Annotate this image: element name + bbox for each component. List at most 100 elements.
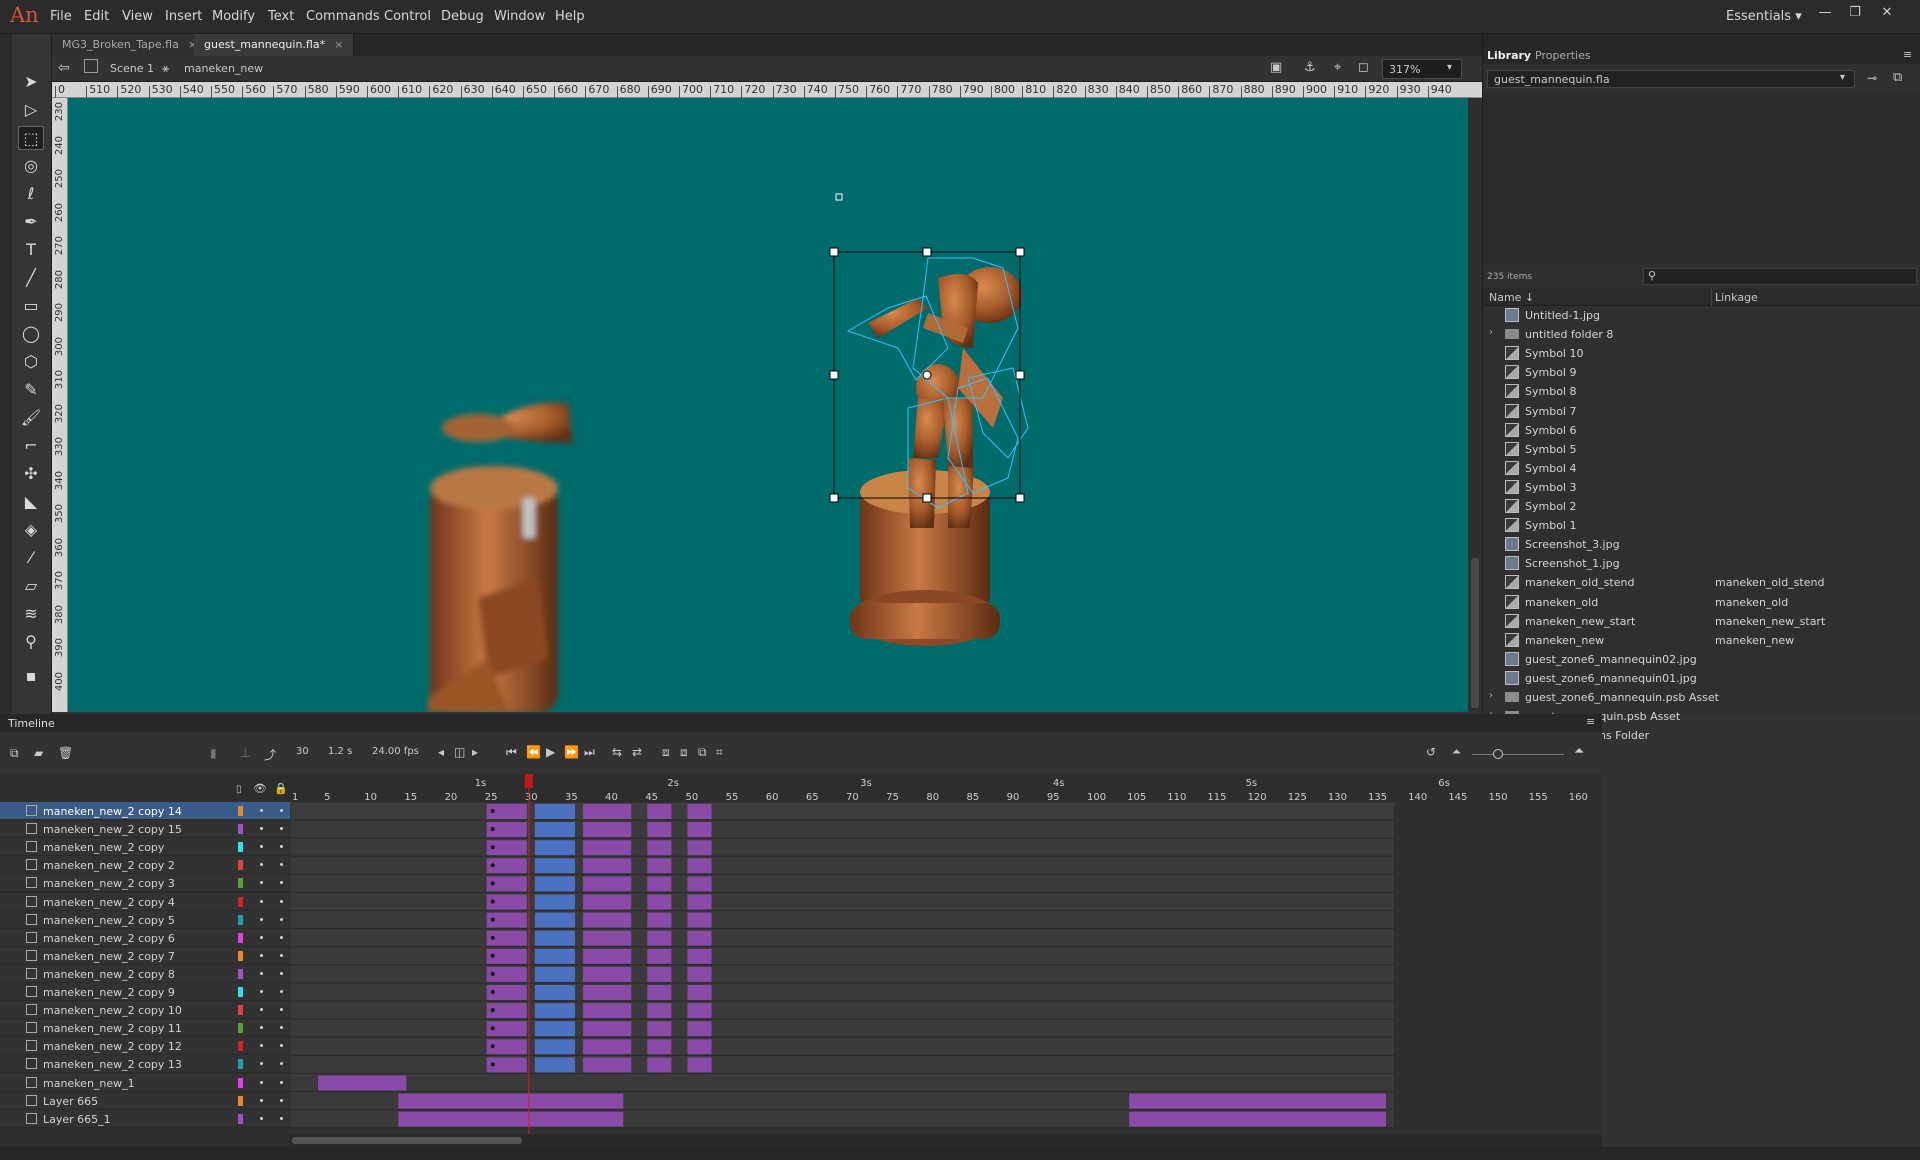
timeline-title[interactable]: Timeline: [8, 717, 55, 730]
timeline-layer[interactable]: maneken_new_2 copy 8: [0, 964, 290, 983]
selection-tool-icon[interactable]: ➤: [18, 70, 44, 94]
minimize-button[interactable]: —: [1814, 5, 1836, 23]
doc-tab-broken-tape[interactable]: MG3_Broken_Tape.fla ×: [52, 34, 209, 56]
layer-toggle-dot[interactable]: [260, 971, 263, 975]
library-item[interactable]: Symbol 9: [1483, 363, 1920, 382]
new-layer-icon[interactable]: ⧉: [10, 746, 19, 761]
panel-collapse-bar[interactable]: [1483, 34, 1920, 46]
layer-toggle-dot[interactable]: [260, 827, 263, 831]
camera-tool-icon[interactable]: ▪: [18, 664, 44, 688]
lasso-tool-icon[interactable]: ℓ: [18, 182, 44, 206]
step-forward-icon[interactable]: ⏩: [564, 745, 579, 759]
scroll-thumb[interactable]: [292, 1137, 522, 1144]
layer-name[interactable]: maneken_new_2 copy 2: [43, 859, 175, 872]
eraser-tool-icon[interactable]: ▱: [18, 574, 44, 598]
timeline-layer[interactable]: maneken_new_2 copy 14: [0, 802, 290, 820]
layer-toggle-dot[interactable]: [260, 899, 263, 903]
timeline-layer[interactable]: maneken_new_1: [0, 1073, 290, 1092]
layer-name[interactable]: maneken_new_2 copy 8: [43, 968, 175, 981]
layer-color-swatch[interactable]: [238, 968, 243, 979]
chevron-right-icon[interactable]: ›: [1489, 327, 1493, 338]
panel-collapse-strip[interactable]: [0, 34, 12, 714]
layer-toggle-dot[interactable]: [280, 1026, 283, 1030]
line-tool-icon[interactable]: ╱: [18, 266, 44, 290]
layer-color-swatch[interactable]: [238, 1113, 243, 1124]
timeline-layer[interactable]: maneken_new_2 copy 15: [0, 820, 290, 839]
menu-window[interactable]: Window: [494, 9, 545, 24]
close-icon[interactable]: ×: [334, 38, 343, 51]
library-search-input[interactable]: ⚲: [1643, 268, 1917, 285]
delete-icon[interactable]: 🗑: [58, 746, 73, 760]
layer-toggle-dot[interactable]: [280, 845, 283, 849]
layer-name[interactable]: maneken_new_2 copy 10: [43, 1004, 182, 1017]
timeline-layer[interactable]: maneken_new_2 copy 9: [0, 983, 290, 1001]
eyedropper-tool-icon[interactable]: ⁄: [18, 546, 44, 570]
brush-tool-icon[interactable]: ⌐: [18, 434, 44, 458]
tab-library[interactable]: Library: [1487, 49, 1531, 62]
library-document-select[interactable]: guest_mannequin.fla ▾: [1487, 70, 1855, 88]
layer-toggle-dot[interactable]: [260, 935, 263, 939]
panel-menu-icon[interactable]: ≡: [1586, 715, 1595, 728]
pin-library-icon[interactable]: ⊸: [1867, 71, 1877, 85]
layer-name[interactable]: maneken_new_2 copy: [43, 841, 164, 854]
library-item[interactable]: guest_zone6_mannequin01.jpg: [1483, 669, 1920, 688]
library-item[interactable]: Symbol 5: [1483, 440, 1920, 459]
ink-bottle-tool-icon[interactable]: ◈: [18, 518, 44, 542]
zoom-in-frames-icon[interactable]: ⏶: [1574, 744, 1584, 759]
graph-icon[interactable]: ⤴: [264, 746, 276, 763]
width-tool-icon[interactable]: ≋: [18, 602, 44, 626]
layer-name[interactable]: maneken_new_2 copy 13: [43, 1058, 182, 1071]
current-frame[interactable]: 30: [296, 746, 309, 757]
layer-toggle-dot[interactable]: [260, 845, 263, 849]
paint-bucket-tool-icon[interactable]: ◣: [18, 490, 44, 514]
timeline-layer[interactable]: maneken_new_2 copy: [0, 838, 290, 857]
layer-color-swatch[interactable]: [238, 1095, 243, 1106]
timeline-layer[interactable]: maneken_new_2 copy 4: [0, 892, 290, 911]
layer-color-swatch[interactable]: [238, 896, 243, 907]
layer-toggle-dot[interactable]: [280, 1062, 283, 1066]
layer-name[interactable]: Layer 665: [43, 1095, 98, 1108]
center-frame-icon[interactable]: ↺: [1426, 745, 1436, 759]
layer-name[interactable]: maneken_new_2 copy 7: [43, 950, 175, 963]
zoom-out-frames-icon[interactable]: ⏶: [1452, 745, 1461, 759]
stage-vertical-scrollbar[interactable]: [1468, 98, 1482, 712]
restore-button[interactable]: ❐: [1844, 5, 1866, 23]
library-item[interactable]: Symbol 1: [1483, 516, 1920, 535]
doc-tab-guest-mannequin[interactable]: guest_mannequin.fla* ×: [194, 34, 355, 56]
3d-rotation-tool-icon[interactable]: ◎: [18, 154, 44, 178]
layer-toggle-dot[interactable]: [260, 990, 263, 993]
insert-keyframe-icon[interactable]: ◫: [454, 745, 465, 759]
frame-zoom-handle[interactable]: [1493, 749, 1503, 759]
rectangle-tool-icon[interactable]: ▭: [18, 294, 44, 318]
layer-color-swatch[interactable]: [238, 987, 243, 997]
layer-toggle-dot[interactable]: [260, 1044, 263, 1048]
layer-toggle-dot[interactable]: [260, 917, 263, 921]
oval-tool-icon[interactable]: ◯: [18, 322, 44, 346]
layer-name[interactable]: Layer 665_1: [43, 1113, 111, 1126]
breadcrumb-scene[interactable]: Scene 1: [110, 62, 154, 75]
layer-toggle-dot[interactable]: [280, 935, 283, 939]
layer-color-swatch[interactable]: [238, 806, 243, 816]
library-item[interactable]: Symbol 3: [1483, 478, 1920, 497]
layer-color-swatch[interactable]: [238, 1023, 243, 1034]
library-item[interactable]: Symbol 7: [1483, 402, 1920, 421]
first-frame-icon[interactable]: ⏮: [506, 745, 517, 760]
workspace-switcher[interactable]: Essentials ▾: [1726, 9, 1802, 24]
layer-toggle-dot[interactable]: [260, 809, 263, 812]
library-item[interactable]: › untitled folder 8: [1483, 325, 1920, 344]
eye-icon[interactable]: 👁: [253, 782, 267, 795]
layer-name[interactable]: maneken_new_2 copy 5: [43, 914, 175, 927]
layer-toggle-dot[interactable]: [280, 1098, 283, 1102]
layer-color-swatch[interactable]: [238, 914, 243, 925]
menu-file[interactable]: File: [50, 9, 72, 24]
text-tool-icon[interactable]: T: [18, 238, 44, 262]
layer-toggle-dot[interactable]: [280, 881, 283, 885]
menu-edit[interactable]: Edit: [84, 9, 109, 24]
timeline-layer[interactable]: maneken_new_2 copy 3: [0, 874, 290, 893]
library-item[interactable]: Untitled-1.jpg: [1483, 306, 1920, 325]
menu-debug[interactable]: Debug: [441, 9, 484, 24]
layer-name[interactable]: maneken_new_2 copy 12: [43, 1040, 182, 1053]
col-linkage-header[interactable]: Linkage: [1715, 291, 1758, 304]
frame-zoom-slider[interactable]: [1472, 754, 1564, 755]
paint-brush-tool-icon[interactable]: 🖌: [18, 406, 44, 430]
